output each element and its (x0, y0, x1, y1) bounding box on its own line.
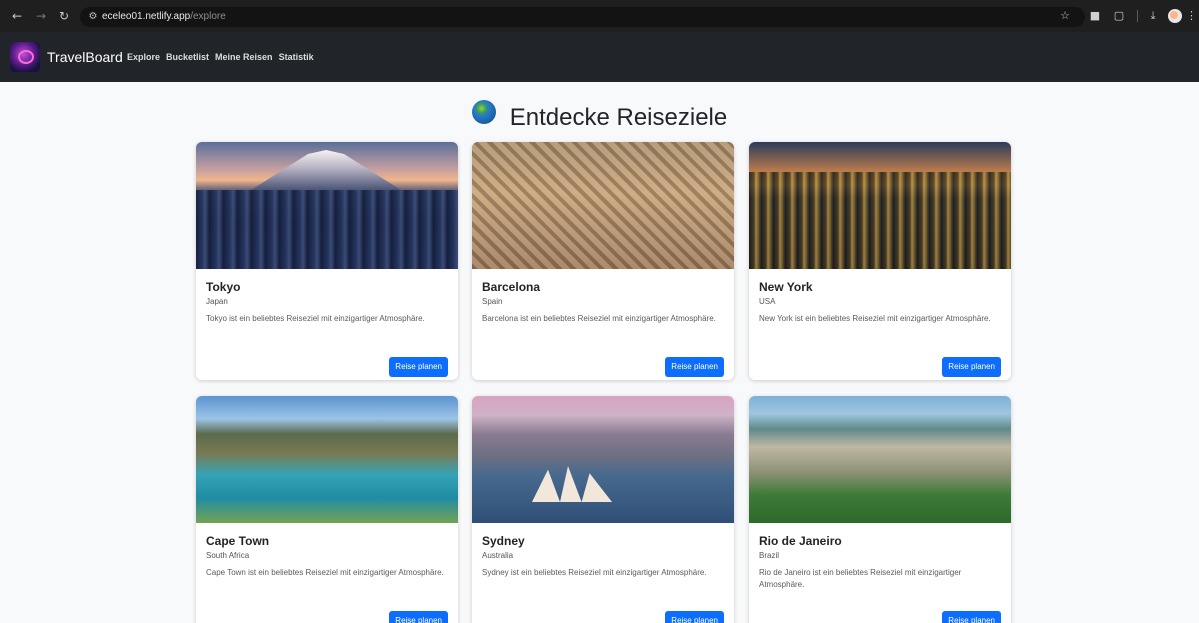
plan-trip-button[interactable]: Reise planen (665, 611, 724, 623)
nav-link-statistik[interactable]: Statistik (279, 52, 314, 62)
destination-description: Rio de Janeiro ist ein beliebtes Reisezi… (759, 568, 962, 589)
download-icon[interactable]: ⤓ (1146, 9, 1160, 23)
destination-image (196, 142, 458, 269)
extensions-icon[interactable]: ▢ (1112, 9, 1126, 23)
destination-name: New York (759, 280, 813, 294)
url-host: eceleo01.netlify.app (102, 11, 191, 22)
destination-name: Sydney (482, 534, 525, 548)
nav-link-explore[interactable]: Explore (127, 52, 160, 62)
destination-name: Cape Town (206, 534, 270, 548)
reading-list-icon[interactable]: ■ (1088, 9, 1102, 23)
destination-card-rio-de-janeiro: Rio de Janeiro Brazil Rio de Janeiro ist… (749, 396, 1011, 623)
page-title-text: Entdecke Reiseziele (509, 103, 728, 131)
brand-logo[interactable] (10, 42, 40, 72)
destination-name: Rio de Janeiro (759, 534, 842, 548)
app-navbar: TravelBoard Explore Bucketlist Meine Rei… (0, 32, 1199, 82)
destination-description: New York ist ein beliebtes Reiseziel mit… (759, 314, 991, 323)
back-icon[interactable]: ← (10, 9, 24, 23)
nav-link-meine-reisen[interactable]: Meine Reisen (215, 52, 273, 62)
brand-name[interactable]: TravelBoard (47, 49, 123, 65)
destination-name: Tokyo (206, 280, 241, 294)
destination-country: Australia (482, 551, 514, 560)
destination-image (472, 142, 734, 269)
destination-card-sydney: Sydney Australia Sydney ist ein beliebte… (472, 396, 734, 623)
destination-card-tokyo: Tokyo Japan Tokyo ist ein beliebtes Reis… (196, 142, 458, 380)
destination-country: USA (759, 297, 776, 306)
url-text[interactable]: eceleo01.netlify.app/explore (102, 10, 226, 24)
destination-description: Tokyo ist ein beliebtes Reiseziel mit ei… (206, 314, 425, 323)
browser-toolbar: ← → ↻ ⚙ eceleo01.netlify.app/explore ☆ ■… (0, 0, 1199, 32)
globe-icon (471, 100, 496, 124)
nav-links: Explore Bucketlist Meine Reisen Statisti… (127, 52, 320, 62)
destination-country: Spain (482, 297, 503, 306)
profile-avatar[interactable] (1168, 9, 1182, 23)
destination-description: Sydney ist ein beliebtes Reiseziel mit e… (482, 568, 707, 577)
destination-image (196, 396, 458, 523)
plan-trip-button[interactable]: Reise planen (942, 611, 1001, 623)
page-title: Entdecke Reiseziele (0, 100, 1199, 132)
plan-trip-button[interactable]: Reise planen (942, 357, 1001, 377)
destination-country: Brazil (759, 551, 780, 560)
plan-trip-button[interactable]: Reise planen (389, 357, 448, 377)
destination-country: Japan (206, 297, 228, 306)
toolbar-divider (1137, 10, 1138, 22)
reload-icon[interactable]: ↻ (57, 9, 71, 23)
destination-name: Barcelona (482, 280, 541, 294)
destination-description: Barcelona ist ein beliebtes Reiseziel mi… (482, 314, 716, 323)
plan-trip-button[interactable]: Reise planen (389, 611, 448, 623)
nav-link-bucketlist[interactable]: Bucketlist (166, 52, 209, 62)
url-path: /explore (190, 11, 226, 22)
plan-trip-button[interactable]: Reise planen (665, 357, 724, 377)
destination-description: Cape Town ist ein beliebtes Reiseziel mi… (206, 568, 444, 577)
destination-image (749, 142, 1011, 269)
site-settings-icon[interactable]: ⚙ (86, 10, 100, 24)
address-bar[interactable]: ⚙ eceleo01.netlify.app/explore (80, 7, 1085, 27)
bookmark-star-icon[interactable]: ☆ (1058, 9, 1072, 23)
forward-icon[interactable]: → (34, 9, 48, 23)
destination-country: South Africa (206, 551, 250, 560)
destination-image (749, 396, 1011, 523)
destination-image (472, 396, 734, 523)
destination-card-barcelona: Barcelona Spain Barcelona ist ein belieb… (472, 142, 734, 380)
menu-icon[interactable]: ⋮ (1186, 9, 1197, 23)
destination-card-new-york: New York USA New York ist ein beliebtes … (749, 142, 1011, 380)
destination-card-cape-town: Cape Town South Africa Cape Town ist ein… (196, 396, 458, 623)
